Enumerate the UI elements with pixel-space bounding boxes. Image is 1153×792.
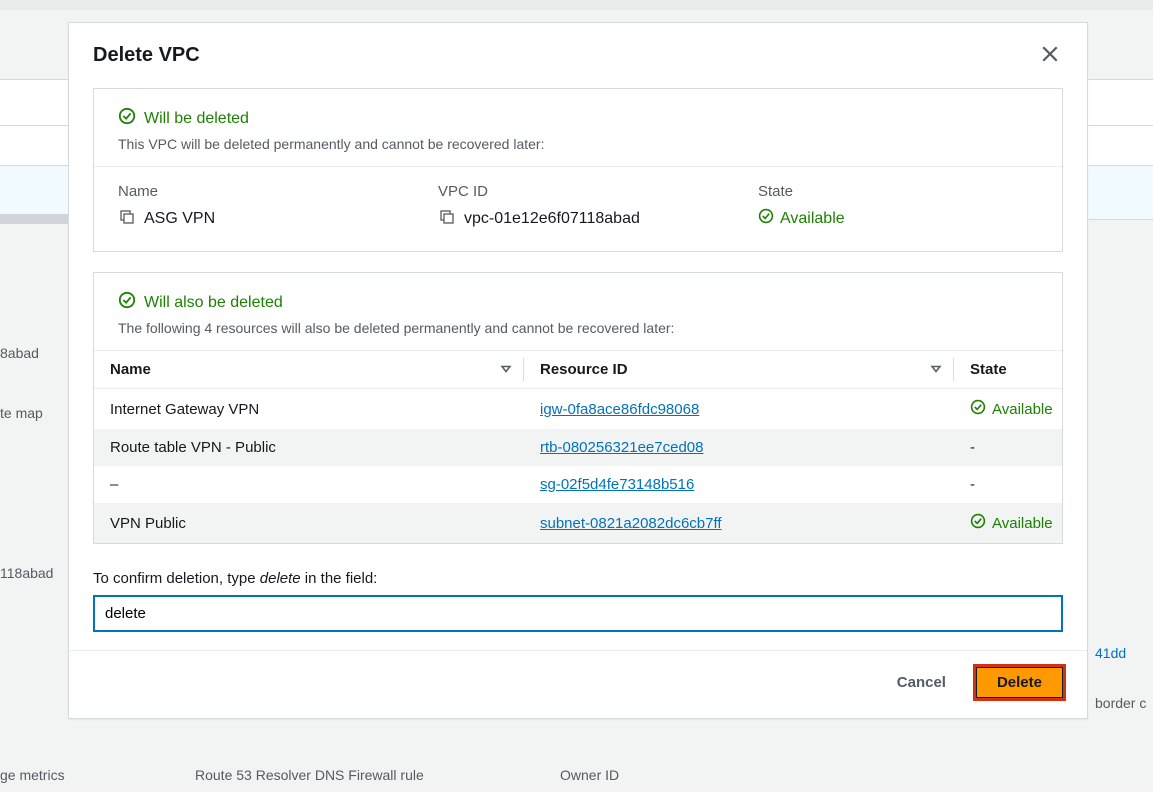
copy-name-button[interactable] (118, 208, 136, 229)
confirm-delete-input[interactable] (93, 595, 1063, 632)
sort-icon (500, 361, 512, 378)
check-circle-icon (970, 513, 986, 533)
will-be-deleted-heading: Will be deleted (144, 110, 249, 128)
modal-backdrop: Delete VPC Will be deleted (0, 0, 1153, 792)
will-also-heading: Will also be deleted (144, 294, 283, 312)
name-value: ASG VPN (144, 210, 215, 228)
column-header-label: Name (110, 361, 151, 378)
cell-name: – (94, 466, 524, 503)
confirm-label: To confirm deletion, type delete in the … (93, 570, 1063, 587)
cell-state: Available (954, 389, 1062, 430)
close-icon (1041, 51, 1059, 66)
delete-vpc-modal: Delete VPC Will be deleted (68, 22, 1088, 719)
resource-id-link[interactable]: igw-0fa8ace86fdc98068 (540, 401, 699, 418)
check-circle-icon (758, 208, 774, 229)
copy-icon (120, 210, 134, 224)
cell-state: Available (954, 503, 1062, 543)
cell-resource-id: sg-02f5d4fe73148b516 (524, 466, 954, 503)
name-label: Name (118, 183, 438, 200)
will-be-deleted-panel: Will be deleted This VPC will be deleted… (93, 88, 1063, 252)
modal-header: Delete VPC (69, 23, 1087, 88)
cell-name: Internet Gateway VPN (94, 389, 524, 430)
table-row: VPN Public subnet-0821a2082dc6cb7ff Availa… (94, 503, 1062, 543)
cell-name: VPN Public (94, 503, 524, 543)
copy-vpcid-button[interactable] (438, 208, 456, 229)
column-header-name[interactable]: Name (94, 351, 524, 389)
column-header-label: State (970, 361, 1007, 378)
cell-resource-id: subnet-0821a2082dc6cb7ff (524, 503, 954, 543)
table-row: Internet Gateway VPN igw-0fa8ace86fdc9806… (94, 389, 1062, 430)
delete-button[interactable]: Delete (976, 667, 1063, 698)
vpcid-value: vpc-01e12e6f07118abad (464, 210, 640, 228)
resource-id-link[interactable]: subnet-0821a2082dc6cb7ff (540, 515, 722, 532)
cell-state: - (954, 466, 1062, 503)
vpcid-label: VPC ID (438, 183, 758, 200)
cell-name: Route table VPN - Public (94, 429, 524, 466)
close-button[interactable] (1037, 41, 1063, 70)
cell-state: - (954, 429, 1062, 466)
column-header-resource-id[interactable]: Resource ID (524, 351, 954, 389)
cell-resource-id: igw-0fa8ace86fdc98068 (524, 389, 954, 430)
state-text: Available (992, 401, 1053, 418)
state-text: Available (992, 515, 1053, 532)
table-row: –sg-02f5d4fe73148b516 - (94, 466, 1062, 503)
cell-resource-id: rtb-080256321ee7ced08 (524, 429, 954, 466)
state-value: Available (780, 210, 845, 228)
cancel-button[interactable]: Cancel (877, 667, 966, 698)
column-header-label: Resource ID (540, 361, 628, 378)
copy-icon (440, 210, 454, 224)
will-also-be-deleted-panel: Will also be deleted The following 4 res… (93, 272, 1063, 544)
modal-footer: Cancel Delete (69, 650, 1087, 718)
will-also-desc: The following 4 resources will also be d… (118, 320, 1038, 336)
resource-id-link[interactable]: sg-02f5d4fe73148b516 (540, 476, 694, 493)
column-header-state[interactable]: State (954, 351, 1062, 389)
check-circle-icon (118, 291, 136, 314)
table-row: Route table VPN - Public rtb-080256321ee7… (94, 429, 1062, 466)
confirm-section: To confirm deletion, type delete in the … (93, 564, 1063, 632)
check-circle-icon (118, 107, 136, 130)
check-circle-icon (970, 399, 986, 419)
state-label: State (758, 183, 1038, 200)
will-be-deleted-desc: This VPC will be deleted permanently and… (118, 136, 1038, 152)
resources-table: Name Resource ID (94, 350, 1062, 543)
resource-id-link[interactable]: rtb-080256321ee7ced08 (540, 439, 703, 456)
resources-table-scroll[interactable]: Name Resource ID (94, 350, 1062, 543)
modal-title: Delete VPC (93, 44, 200, 67)
sort-icon (930, 361, 942, 378)
